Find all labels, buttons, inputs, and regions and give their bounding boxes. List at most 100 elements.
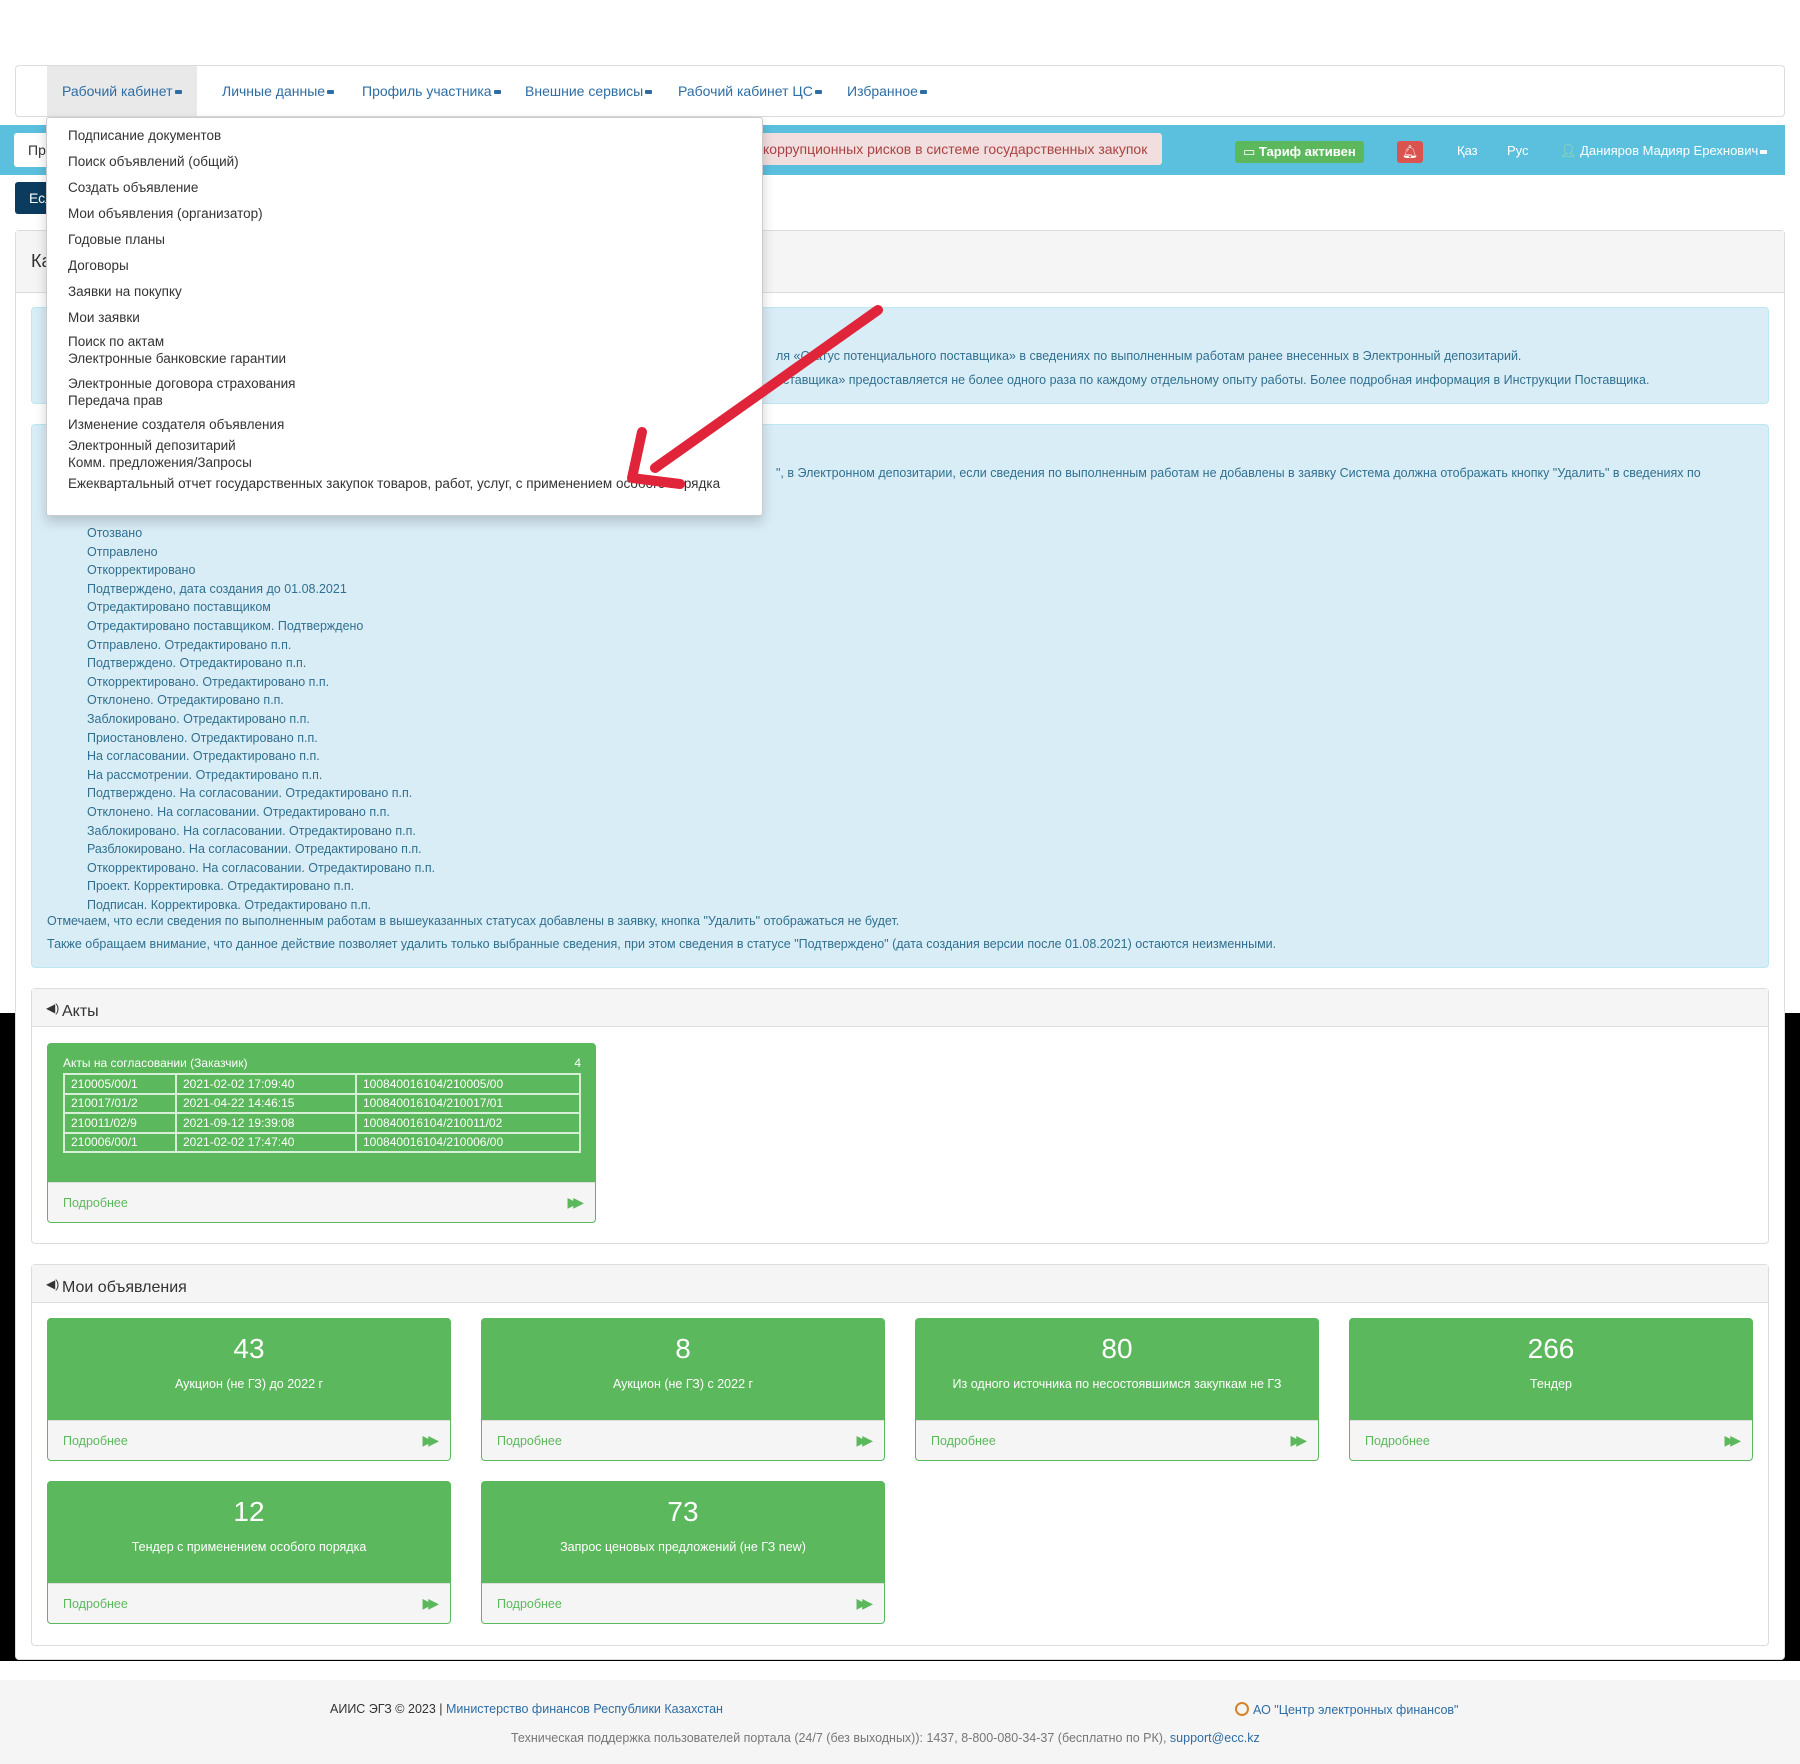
caret-icon bbox=[919, 90, 927, 95]
alert-link[interactable]: коррупционных рисков в системе государст… bbox=[760, 133, 1162, 165]
ecc-logo-icon bbox=[1235, 1702, 1249, 1716]
status-item: Подтверждено. Отредактировано п.п. bbox=[87, 656, 307, 671]
double-chevron-right-icon: ▶▶ bbox=[1724, 1432, 1740, 1448]
nav-favorites[interactable]: Избранное bbox=[832, 66, 942, 116]
status-item: Приостановлено. Отредактировано п.п. bbox=[87, 730, 318, 745]
nav-label: Избранное bbox=[847, 83, 918, 99]
nav-participant-profile[interactable]: Профиль участника bbox=[347, 66, 516, 116]
dropdown-item[interactable]: Комм. предложения/Запросы bbox=[68, 455, 252, 470]
info-text: ля «Статус потенциального поставщика» в … bbox=[776, 349, 1522, 363]
info-note: Также обращаем внимание, что данное дейс… bbox=[47, 937, 1277, 951]
ad-count-tile: 8 Аукцион (не ГЗ) с 2022 г Подробнее ▶▶ bbox=[481, 1318, 885, 1461]
more-link[interactable]: Подробнее bbox=[931, 1434, 996, 1448]
caret-icon bbox=[645, 90, 653, 95]
support-email-link[interactable]: support@ecc.kz bbox=[1170, 1731, 1260, 1745]
table-cell: 100840016104/210011/02 bbox=[355, 1112, 581, 1134]
status-item: На согласовании. Отредактировано п.п. bbox=[87, 749, 320, 764]
speaker-icon: ◀) bbox=[46, 1277, 60, 1291]
dropdown-item[interactable]: Заявки на покупку bbox=[68, 284, 182, 299]
acts-card-footer[interactable]: Подробнее ▶▶ bbox=[48, 1182, 595, 1222]
tile-footer[interactable]: Подробнее ▶▶ bbox=[482, 1583, 884, 1623]
table-cell: 2021-02-02 17:09:40 bbox=[175, 1073, 357, 1095]
double-chevron-right-icon: ▶▶ bbox=[856, 1595, 872, 1611]
notifications-button[interactable]: 🔔︎ bbox=[1397, 141, 1423, 163]
dropdown-item[interactable]: Электронные договора страхования bbox=[68, 376, 295, 391]
nav-work-cabinet[interactable]: Рабочий кабинет bbox=[47, 66, 197, 116]
double-chevron-right-icon: ▶▶ bbox=[1290, 1432, 1306, 1448]
nav-cs-cabinet[interactable]: Рабочий кабинет ЦС bbox=[663, 66, 837, 116]
ad-count-tile: 266 Тендер Подробнее ▶▶ bbox=[1349, 1318, 1753, 1461]
tile-label: Аукцион (не ГЗ) до 2022 г bbox=[174, 1377, 324, 1391]
dropdown-item[interactable]: Изменение создателя объявления bbox=[68, 417, 284, 432]
caret-icon bbox=[174, 90, 182, 95]
double-chevron-right-icon: ▶▶ bbox=[856, 1432, 872, 1448]
caret-icon bbox=[493, 90, 501, 95]
table-cell: 100840016104/210017/01 bbox=[355, 1092, 581, 1114]
tariff-button[interactable]: ▭ Тариф активен bbox=[1235, 141, 1364, 163]
tile-count: 12 bbox=[233, 1496, 265, 1527]
ad-count-tile: 80 Из одного источника по несостоявшимся … bbox=[915, 1318, 1319, 1461]
double-chevron-right-icon: ▶▶ bbox=[422, 1595, 438, 1611]
table-cell: 210011/02/9 bbox=[63, 1112, 177, 1134]
status-item: Разблокировано. На согласовании. Отредак… bbox=[87, 842, 422, 857]
dropdown-item[interactable]: Мои объявления (организатор) bbox=[68, 206, 263, 221]
acts-caption: Акты на согласовании (Заказчик) bbox=[63, 1056, 248, 1070]
more-link[interactable]: Подробнее bbox=[497, 1597, 562, 1611]
dropdown-item[interactable]: Мои заявки bbox=[68, 310, 140, 325]
more-link[interactable]: Подробнее bbox=[497, 1434, 562, 1448]
tile-footer[interactable]: Подробнее ▶▶ bbox=[482, 1420, 884, 1460]
ad-count-tile: 73 Запрос ценовых предложений (не ГЗ new)… bbox=[481, 1481, 885, 1624]
dropdown-item[interactable]: Годовые планы bbox=[68, 232, 165, 247]
more-link[interactable]: Подробнее bbox=[63, 1196, 128, 1210]
bell-icon: 🔔︎ bbox=[1401, 144, 1419, 159]
speaker-icon: ◀) bbox=[46, 1001, 60, 1015]
status-item: Подписан. Корректировка. Отредактировано… bbox=[87, 897, 372, 912]
tile-label: Запрос ценовых предложений (не ГЗ new) bbox=[560, 1540, 806, 1554]
lang-kz-link[interactable]: Қаз bbox=[1457, 141, 1478, 161]
tile-count: 8 bbox=[675, 1333, 691, 1364]
status-item: Отредактировано поставщиком. Подтвержден… bbox=[87, 618, 364, 633]
status-item: Проект. Корректировка. Отредактировано п… bbox=[87, 879, 355, 894]
dropdown-item[interactable]: Подписание документов bbox=[68, 128, 221, 143]
my-ads-panel-header: ◀) Мои объявления bbox=[32, 1265, 1768, 1303]
user-menu[interactable]: 👤︎ Данияров Мадияр Ерехнович bbox=[1560, 141, 1768, 161]
info-note: Отмечаем, что если сведения по выполненн… bbox=[47, 914, 900, 928]
ecc-link[interactable]: АО "Центр электронных финансов" bbox=[1253, 1703, 1459, 1717]
more-link[interactable]: Подробнее bbox=[63, 1597, 128, 1611]
ministry-link[interactable]: Министерство финансов Республики Казахст… bbox=[446, 1702, 723, 1716]
tile-label: Тендер с применением особого порядка bbox=[131, 1540, 367, 1554]
table-cell: 2021-04-22 14:46:15 bbox=[175, 1092, 357, 1114]
nav-personal-data[interactable]: Личные данные bbox=[207, 66, 349, 116]
work-cabinet-dropdown: Подписание документов Поиск объявлений (о… bbox=[46, 117, 763, 516]
dropdown-item[interactable]: Поиск по актам bbox=[68, 334, 164, 349]
status-item: Отправлено. Отредактировано п.п. bbox=[87, 637, 292, 652]
dropdown-item[interactable]: Поиск объявлений (общий) bbox=[68, 154, 239, 169]
dropdown-item[interactable]: Передача прав bbox=[68, 393, 163, 408]
dropdown-item[interactable]: Договоры bbox=[68, 258, 129, 273]
tile-footer[interactable]: Подробнее ▶▶ bbox=[916, 1420, 1318, 1460]
ad-count-tile: 12 Тендер с применением особого порядка По… bbox=[47, 1481, 451, 1624]
table-row[interactable]: 210017/01/2 2021-04-22 14:46:15 1008400161… bbox=[63, 1092, 581, 1114]
dropdown-item[interactable]: Электронные банковские гарантии bbox=[68, 351, 286, 366]
status-item: Отозвано bbox=[87, 526, 143, 540]
user-name: Данияров Мадияр Ерехнович bbox=[1580, 143, 1759, 158]
table-cell: 210005/00/1 bbox=[63, 1073, 177, 1095]
tile-count: 80 bbox=[1101, 1333, 1133, 1364]
dropdown-item[interactable]: Создать объявление bbox=[68, 180, 198, 195]
lang-ru-link[interactable]: Рус bbox=[1507, 141, 1529, 161]
acts-count: 4 bbox=[574, 1056, 581, 1070]
tile-footer[interactable]: Подробнее ▶▶ bbox=[1350, 1420, 1752, 1460]
table-row[interactable]: 210011/02/9 2021-09-12 19:39:08 1008400161… bbox=[63, 1112, 581, 1134]
nav-label: Личные данные bbox=[222, 83, 326, 99]
status-item: Откорректировано. На согласовании. Отред… bbox=[87, 860, 436, 875]
tile-footer[interactable]: Подробнее ▶▶ bbox=[48, 1583, 450, 1623]
nav-external-services[interactable]: Внешние сервисы bbox=[510, 66, 667, 116]
more-link[interactable]: Подробнее bbox=[1365, 1434, 1430, 1448]
dropdown-item[interactable]: Электронный депозитарий bbox=[68, 438, 236, 453]
dropdown-item[interactable]: Ежеквартальный отчет государственных зак… bbox=[68, 476, 720, 491]
table-row[interactable]: 210006/00/1 2021-02-02 17:47:40 1008400161… bbox=[63, 1131, 581, 1153]
tile-footer[interactable]: Подробнее ▶▶ bbox=[48, 1420, 450, 1460]
table-row[interactable]: 210005/00/1 2021-02-02 17:09:40 1008400161… bbox=[63, 1073, 581, 1095]
more-link[interactable]: Подробнее bbox=[63, 1434, 128, 1448]
nav-label: Внешние сервисы bbox=[525, 83, 644, 99]
